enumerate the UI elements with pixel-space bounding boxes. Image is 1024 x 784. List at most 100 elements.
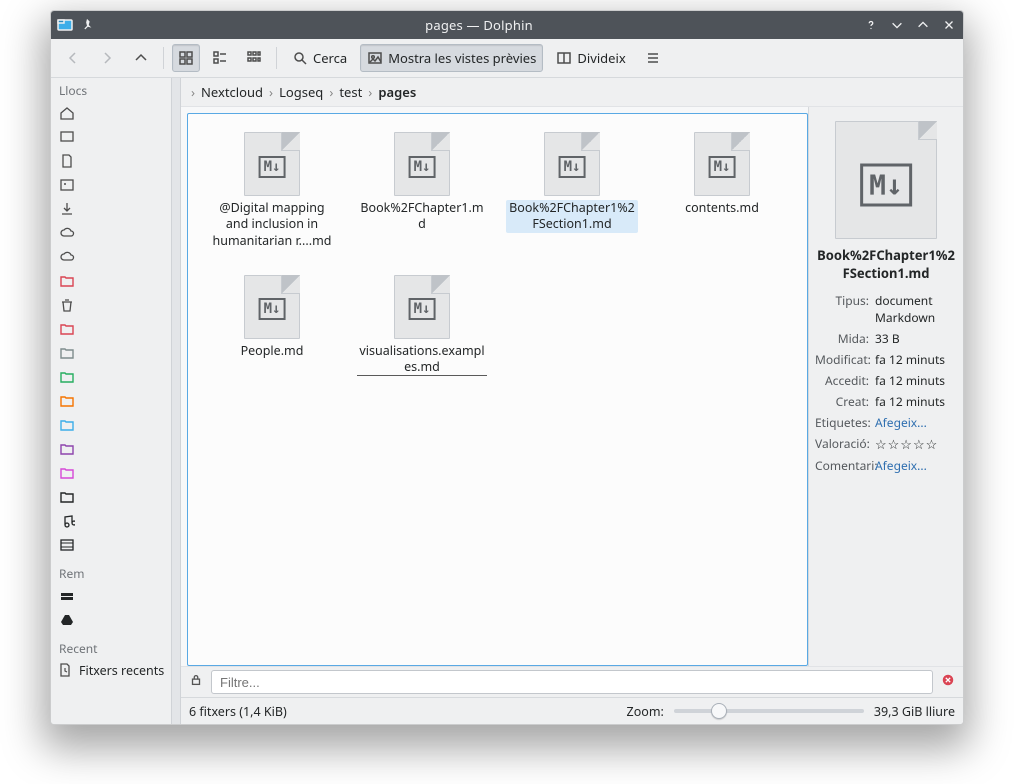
- panel-splitter[interactable]: [171, 78, 181, 724]
- forward-button[interactable]: [93, 44, 121, 72]
- chevron-right-icon: ›: [329, 83, 333, 101]
- close-icon[interactable]: [941, 17, 957, 33]
- place-videos-icon[interactable]: [57, 535, 77, 555]
- info-panel: M↓ Book%2FChapter1%2FSection1.md Tipus:d…: [808, 107, 963, 666]
- file-item[interactable]: M↓@Digital mapping and inclusion in huma…: [202, 128, 342, 253]
- status-bar: 6 fitxers (1,4 KiB) Zoom: 39,3 GiB lliur…: [181, 697, 963, 724]
- place-desktop-icon[interactable]: [57, 127, 77, 147]
- folder-blue-icon[interactable]: [57, 415, 77, 435]
- place-home-icon[interactable]: [57, 103, 77, 123]
- folder-black-icon[interactable]: [57, 487, 77, 507]
- filter-bar: [181, 666, 963, 697]
- app-icon: [57, 17, 73, 33]
- place-cloud-icon[interactable]: [57, 223, 77, 243]
- markdown-file-icon: M↓: [244, 132, 300, 196]
- places-panel: Llocs: [51, 78, 171, 724]
- folder-green-icon[interactable]: [57, 367, 77, 387]
- breadcrumb: › Nextcloud › Logseq › test › pages: [181, 78, 963, 107]
- folder-orange-icon[interactable]: [57, 391, 77, 411]
- info-type-value: document Markdown: [875, 292, 957, 326]
- info-rating-label: Valoració:: [815, 435, 869, 453]
- folder-grey-icon[interactable]: [57, 343, 77, 363]
- markdown-file-icon: M↓: [835, 121, 937, 239]
- place-cloud2-icon[interactable]: [57, 247, 77, 267]
- info-comment-link[interactable]: Afegeix...: [875, 457, 927, 474]
- toolbar: Cerca Mostra les vistes prèvies Divideix: [51, 39, 963, 78]
- clear-filter-icon[interactable]: [941, 673, 955, 691]
- info-modified-label: Modificat:: [815, 351, 869, 368]
- chevron-right-icon: ›: [191, 83, 195, 101]
- folder-red2-icon[interactable]: [57, 319, 77, 339]
- chevron-right-icon: ›: [368, 83, 372, 101]
- info-modified-value: fa 12 minuts: [875, 351, 957, 368]
- info-tags-link[interactable]: Afegeix...: [875, 414, 927, 431]
- recent-files-label: Fitxers recents: [79, 662, 164, 679]
- separator: [276, 47, 277, 69]
- split-button[interactable]: Divideix: [549, 44, 632, 72]
- file-view[interactable]: M↓@Digital mapping and inclusion in huma…: [187, 113, 808, 666]
- zoom-label: Zoom:: [627, 703, 664, 720]
- zoom-slider[interactable]: [674, 709, 864, 713]
- file-item[interactable]: M↓Book%2FChapter1%2FSection1.md: [502, 128, 642, 253]
- places-section-title: Llocs: [51, 78, 171, 101]
- markdown-file-icon: M↓: [694, 132, 750, 196]
- file-label: @Digital mapping and inclusion in humani…: [207, 200, 337, 249]
- help-icon[interactable]: [863, 17, 879, 33]
- window-title: pages — Dolphin: [95, 16, 863, 34]
- up-button[interactable]: [127, 44, 155, 72]
- info-filename: Book%2FChapter1%2FSection1.md: [815, 247, 957, 282]
- info-rating-value[interactable]: ☆☆☆☆☆: [875, 435, 957, 453]
- details-view-button[interactable]: [240, 44, 268, 72]
- search-button[interactable]: Cerca: [285, 44, 354, 72]
- place-pictures-icon[interactable]: [57, 175, 77, 195]
- menu-button[interactable]: [639, 44, 667, 72]
- remote-gdrive-icon[interactable]: [57, 610, 77, 630]
- place-trash-icon[interactable]: [57, 295, 77, 315]
- info-accessed-value: fa 12 minuts: [875, 372, 957, 389]
- icons-view-button[interactable]: [172, 44, 200, 72]
- folder-red-icon[interactable]: [57, 271, 77, 291]
- place-documents-icon[interactable]: [57, 151, 77, 171]
- pin-icon[interactable]: [79, 17, 95, 33]
- chevron-right-icon: ›: [269, 83, 273, 101]
- info-size-value: 33 B: [875, 330, 957, 347]
- folder-magenta-icon[interactable]: [57, 463, 77, 483]
- separator: [163, 47, 164, 69]
- status-free-space: 39,3 GiB lliure: [874, 703, 955, 720]
- markdown-file-icon: M↓: [244, 275, 300, 339]
- breadcrumb-segment[interactable]: test: [339, 83, 362, 101]
- content-area: › Nextcloud › Logseq › test › pages M↓@D…: [181, 78, 963, 724]
- preview-label: Mostra les vistes prèvies: [388, 49, 536, 67]
- minimize-icon[interactable]: [889, 17, 905, 33]
- back-button[interactable]: [59, 44, 87, 72]
- folder-purple-icon[interactable]: [57, 439, 77, 459]
- markdown-file-icon: M↓: [544, 132, 600, 196]
- file-item[interactable]: M↓ contents.md: [652, 128, 792, 253]
- lock-icon[interactable]: [189, 673, 203, 691]
- remote-section-title: Rem: [51, 561, 171, 584]
- compact-view-button[interactable]: [206, 44, 234, 72]
- status-count: 6 fitxers (1,4 KiB): [189, 703, 287, 720]
- recent-section-title: Recent: [51, 636, 171, 659]
- info-accessed-label: Accedit:: [815, 372, 869, 389]
- file-label: contents.md: [685, 200, 759, 216]
- breadcrumb-segment[interactable]: Nextcloud: [201, 83, 263, 101]
- info-tags-label: Etiquetes:: [815, 414, 869, 431]
- file-label: visualisations.examples.md: [357, 343, 487, 377]
- info-size-label: Mida:: [815, 330, 869, 347]
- file-item[interactable]: M↓People.md: [202, 271, 342, 381]
- file-label: Book%2FChapter1.md: [357, 200, 487, 233]
- recent-files-item[interactable]: Fitxers recents: [51, 659, 171, 681]
- file-item[interactable]: M↓Book%2FChapter1.md: [352, 128, 492, 253]
- maximize-icon[interactable]: [915, 17, 931, 33]
- remote-drive-icon[interactable]: [57, 586, 77, 606]
- markdown-file-icon: M↓: [394, 275, 450, 339]
- breadcrumb-current[interactable]: pages: [378, 83, 416, 101]
- info-metadata: Tipus:document Markdown Mida:33 B Modifi…: [815, 290, 957, 476]
- breadcrumb-segment[interactable]: Logseq: [279, 83, 323, 101]
- place-downloads-icon[interactable]: [57, 199, 77, 219]
- preview-button[interactable]: Mostra les vistes prèvies: [360, 44, 543, 72]
- filter-input[interactable]: [211, 670, 933, 694]
- place-music-icon[interactable]: [57, 511, 77, 531]
- file-item[interactable]: M↓ visualisations.examples.md: [352, 271, 492, 381]
